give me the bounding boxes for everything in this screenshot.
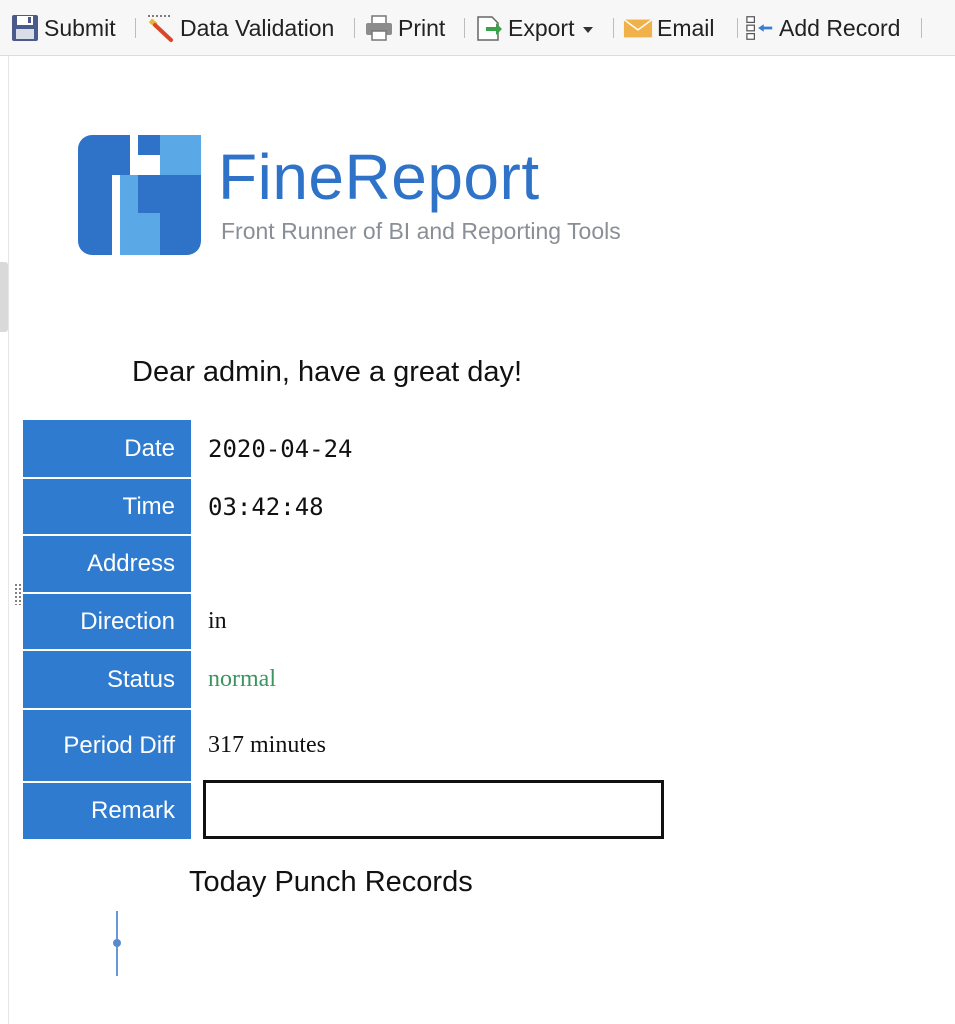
period-diff-label: Period Diff xyxy=(23,710,191,781)
print-label: Print xyxy=(398,14,446,41)
scrollbar-handle[interactable] xyxy=(0,262,8,332)
time-label: Time xyxy=(23,479,191,534)
resize-grip-icon[interactable] xyxy=(14,583,22,605)
status-label: Status xyxy=(23,651,191,708)
timeline-dot xyxy=(113,939,121,947)
email-label: Email xyxy=(657,14,715,41)
add-record-icon xyxy=(745,13,775,43)
submit-button[interactable]: Submit xyxy=(10,10,116,46)
period-diff-value: 317 minutes xyxy=(208,732,326,758)
toolbar: Submit Data Validation Print Export Emai… xyxy=(0,0,955,56)
remark-input[interactable] xyxy=(203,780,664,839)
left-border xyxy=(8,56,9,1024)
logo-tagline: Front Runner of BI and Reporting Tools xyxy=(221,218,621,244)
export-label: Export xyxy=(508,14,575,41)
toolbar-separator xyxy=(354,18,355,38)
email-button[interactable]: Email xyxy=(623,10,715,46)
finereport-logo-icon xyxy=(78,135,201,255)
toolbar-separator xyxy=(135,18,136,38)
remark-label: Remark xyxy=(23,783,191,839)
greeting-text: Dear admin, have a great day! xyxy=(132,356,523,388)
data-validation-label: Data Validation xyxy=(180,14,335,41)
validation-wand-icon xyxy=(146,13,176,43)
data-validation-button[interactable]: Data Validation xyxy=(146,10,334,46)
toolbar-separator xyxy=(921,18,922,38)
print-button[interactable]: Print xyxy=(364,10,445,46)
toolbar-separator xyxy=(613,18,614,38)
add-record-label: Add Record xyxy=(779,14,901,41)
add-record-button[interactable]: Add Record xyxy=(745,10,900,46)
date-label: Date xyxy=(23,420,191,477)
toolbar-separator xyxy=(464,18,465,38)
punch-records-title: Today Punch Records xyxy=(189,866,473,898)
envelope-icon xyxy=(623,13,653,43)
submit-label: Submit xyxy=(44,14,116,41)
direction-label: Direction xyxy=(23,594,191,649)
status-value: normal xyxy=(208,666,276,692)
export-button[interactable]: Export xyxy=(474,10,594,46)
logo-wordmark: FineReport xyxy=(218,141,540,213)
address-label: Address xyxy=(23,536,191,592)
direction-value: in xyxy=(208,608,227,634)
time-value: 03:42:48 xyxy=(208,492,324,521)
toolbar-separator xyxy=(737,18,738,38)
save-icon xyxy=(10,13,40,43)
chevron-down-icon xyxy=(583,26,594,33)
date-value: 2020-04-24 xyxy=(208,434,353,463)
printer-icon xyxy=(364,13,394,43)
export-icon xyxy=(474,13,504,43)
